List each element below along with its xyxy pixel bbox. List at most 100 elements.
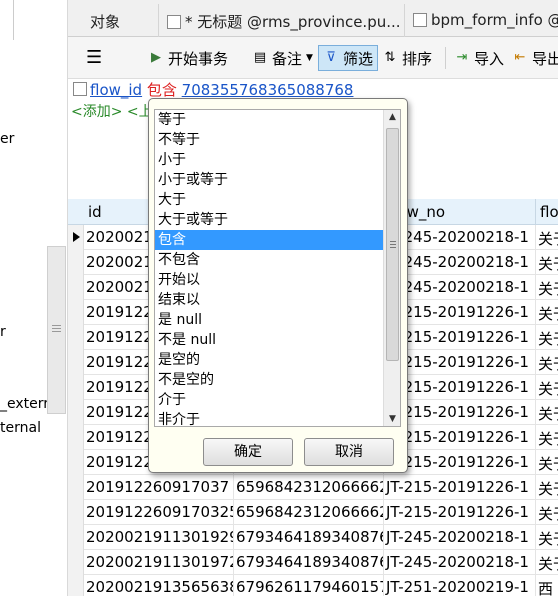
- tab-objects[interactable]: 对象: [82, 4, 128, 37]
- table-cell[interactable]: 659684231206666247: [234, 475, 384, 500]
- table-cell[interactable]: 关于: [536, 375, 558, 400]
- ok-button[interactable]: 确定: [203, 438, 293, 466]
- filter-operator[interactable]: 包含: [147, 81, 177, 99]
- sidebar-item-fragment[interactable]: r: [0, 324, 6, 340]
- add-filter-link[interactable]: <添加> <上: [71, 101, 153, 121]
- table-cell[interactable]: 关于: [536, 500, 558, 525]
- operator-option[interactable]: 介于: [155, 390, 384, 410]
- row-indicator[interactable]: [68, 325, 84, 350]
- table-cell[interactable]: 201912260917037: [84, 475, 234, 500]
- operator-option[interactable]: 结束以: [155, 290, 384, 310]
- operator-option[interactable]: 不包含: [155, 250, 384, 270]
- row-indicator[interactable]: [68, 425, 84, 450]
- table-cell[interactable]: 679626117946015749: [234, 575, 384, 596]
- filter-expression[interactable]: flow_id 包含 708355768365088768: [90, 79, 353, 100]
- table-row[interactable]: 202002191130192939679346418934087681JT-2…: [68, 525, 558, 550]
- table-cell[interactable]: 关于: [536, 300, 558, 325]
- operator-option[interactable]: 不是 null: [155, 330, 384, 350]
- cancel-button[interactable]: 取消: [304, 438, 394, 466]
- tab-untitled-query[interactable]: * 无标题 @rms_province.pu...: [158, 4, 409, 37]
- filter-field[interactable]: flow_id: [90, 81, 142, 99]
- row-indicator[interactable]: [68, 250, 84, 275]
- sort-button[interactable]: ⇅ 排序: [378, 45, 436, 71]
- row-indicator[interactable]: [68, 275, 84, 300]
- operator-list-scrollbar[interactable]: ▲ ▼: [383, 110, 400, 426]
- sidebar-item-fragment[interactable]: ternal: [0, 420, 41, 436]
- table-cell[interactable]: 关于: [536, 475, 558, 500]
- operator-listbox[interactable]: 等于 不等于 小于 小于或等于 大于 大于或等于 包含 不包含 开始以 结束以是 null 不是 n…: [154, 109, 401, 427]
- begin-transaction-button[interactable]: ▶ 开始事务: [144, 45, 232, 71]
- row-indicator[interactable]: [68, 575, 84, 596]
- operator-option[interactable]: 小于: [155, 150, 384, 170]
- export-button[interactable]: ⇤ 导出: [508, 45, 558, 71]
- table-cell[interactable]: 关于: [536, 250, 558, 275]
- row-indicator[interactable]: [68, 525, 84, 550]
- table-row[interactable]: 201912260917032540659684231206666247JT-2…: [68, 500, 558, 525]
- operator-option[interactable]: 小于或等于: [155, 170, 384, 190]
- table-cell[interactable]: JT-245-20200218-1: [384, 550, 536, 575]
- sidebar-item-fragment[interactable]: _exterr: [0, 396, 49, 412]
- table-cell[interactable]: 西: [536, 575, 558, 596]
- table-cell[interactable]: 关于: [536, 525, 558, 550]
- operator-option[interactable]: 是空的: [155, 350, 384, 370]
- table-cell[interactable]: 关于: [536, 400, 558, 425]
- notes-button[interactable]: ▤ 备注 ▼: [248, 45, 317, 71]
- table-cell[interactable]: JT-215-20191226-1: [384, 500, 536, 525]
- import-button[interactable]: ⇥ 导入: [450, 45, 508, 71]
- table-cell[interactable]: JT-215-20191226-1: [384, 475, 536, 500]
- table-cell[interactable]: 关于: [536, 450, 558, 475]
- row-indicator[interactable]: [68, 475, 84, 500]
- filter-enable-checkbox[interactable]: [73, 82, 87, 96]
- table-cell[interactable]: 关于: [536, 550, 558, 575]
- table-cell[interactable]: 201912260917032540: [84, 500, 234, 525]
- row-indicator[interactable]: [68, 375, 84, 400]
- operator-option[interactable]: 不等于: [155, 130, 384, 150]
- row-indicator[interactable]: [68, 450, 84, 475]
- table-row[interactable]: 202002191356563883679626117946015749JT-2…: [68, 575, 558, 596]
- operator-option[interactable]: 开始以: [155, 270, 384, 290]
- filter-label: 筛选: [343, 49, 374, 68]
- sidebar-scrollbar[interactable]: [47, 246, 66, 414]
- table-row[interactable]: 202002191130197226679346418934087681JT-2…: [68, 550, 558, 575]
- operator-option[interactable]: 不是空的: [155, 370, 384, 390]
- scroll-down-icon[interactable]: ▼: [384, 412, 400, 426]
- row-indicator[interactable]: [68, 400, 84, 425]
- table-cell[interactable]: 202002191130197226: [84, 550, 234, 575]
- table-cell[interactable]: 202002191356563883: [84, 575, 234, 596]
- table-cell[interactable]: 679346418934087681: [234, 550, 384, 575]
- current-row-indicator[interactable]: [68, 225, 84, 250]
- sidebar-item-fragment[interactable]: er: [0, 131, 14, 147]
- row-indicator[interactable]: [68, 300, 84, 325]
- operator-option[interactable]: 大于: [155, 190, 384, 210]
- table-cell[interactable]: JT-251-20200219-1: [384, 575, 536, 596]
- table-cell[interactable]: 关于: [536, 350, 558, 375]
- table-cell[interactable]: 关于: [536, 225, 558, 250]
- notes-icon: ▤: [253, 50, 267, 65]
- menu-button[interactable]: ☰: [82, 45, 106, 71]
- column-header[interactable]: flo: [536, 199, 558, 225]
- operator-option[interactable]: 非介于: [155, 410, 384, 426]
- table-cell[interactable]: 202002191130192939: [84, 525, 234, 550]
- table-cell[interactable]: JT-245-20200218-1: [384, 525, 536, 550]
- scroll-thumb[interactable]: [386, 128, 399, 361]
- operator-option[interactable]: 大于或等于: [155, 210, 384, 230]
- row-indicator[interactable]: [68, 350, 84, 375]
- table-cell[interactable]: 关于: [536, 325, 558, 350]
- scroll-up-icon[interactable]: ▲: [384, 110, 400, 124]
- filter-value[interactable]: 708355768365088768: [182, 81, 354, 99]
- filter-button[interactable]: ⊽ 筛选: [318, 45, 379, 71]
- table-cell[interactable]: 659684231206666247: [234, 500, 384, 525]
- operator-option[interactable]: 是 null: [155, 310, 384, 330]
- toolbar-separator: [445, 47, 446, 69]
- sort-icon: ⇅: [384, 50, 396, 65]
- table-cell[interactable]: 679346418934087681: [234, 525, 384, 550]
- operator-option[interactable]: 包含: [155, 230, 384, 250]
- row-indicator[interactable]: [68, 550, 84, 575]
- operator-option[interactable]: 等于: [155, 110, 384, 130]
- table-row[interactable]: 201912260917037659684231206666247JT-215-…: [68, 475, 558, 500]
- table-cell[interactable]: 关于: [536, 275, 558, 300]
- transaction-icon: ▶: [151, 50, 161, 65]
- table-cell[interactable]: 关于: [536, 425, 558, 450]
- row-indicator[interactable]: [68, 500, 84, 525]
- tab-bpm-form-info[interactable]: bpm_form_info @: [404, 4, 558, 37]
